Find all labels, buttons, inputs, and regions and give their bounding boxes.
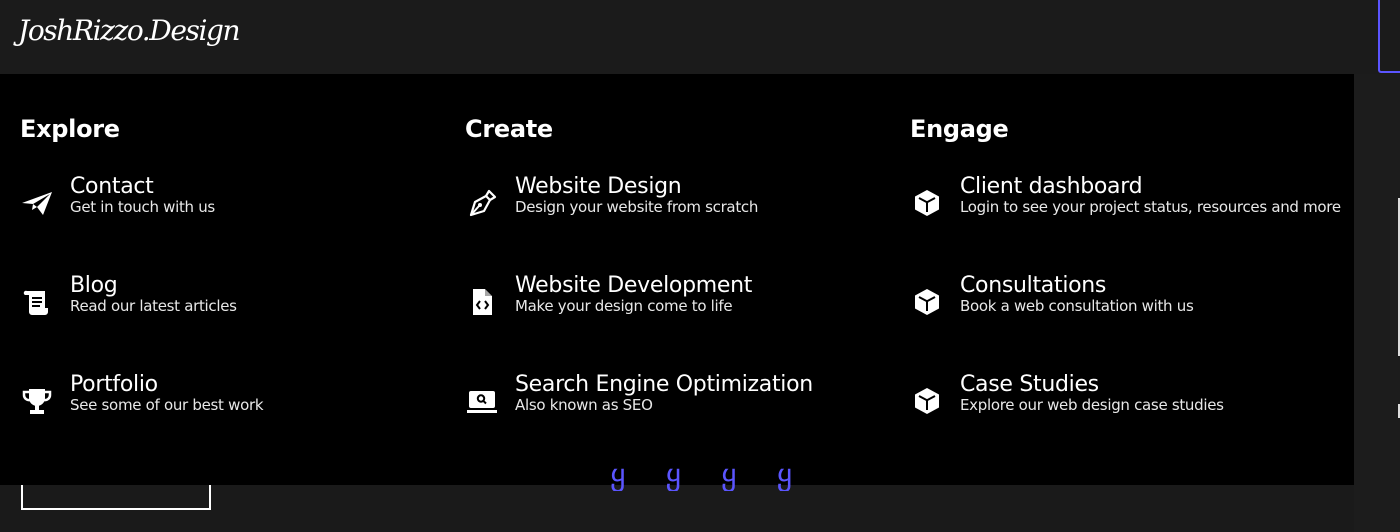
menu-item-client-dashboard[interactable]: Client dashboard Login to see your proje… — [910, 174, 1341, 224]
menu-item-title: Portfolio — [70, 372, 158, 397]
menu-item-title: Case Studies — [960, 372, 1099, 397]
menu-item-title: Client dashboard — [960, 174, 1143, 199]
menu-item-portfolio[interactable]: Portfolio See some of our best work — [20, 372, 440, 422]
corner-frame — [1378, 0, 1400, 73]
menu-item-consultations[interactable]: Consultations Book a web consultation wi… — [910, 273, 1330, 323]
site-header: JoshRizzo.Design — [0, 0, 1400, 74]
paper-plane-icon — [20, 186, 54, 220]
menu-column-engage: Engage Client dashboard Login to see you… — [890, 74, 1341, 485]
menu-item-title: Website Design — [515, 174, 682, 199]
cube-icon — [910, 285, 944, 319]
menu-item-description: Read our latest articles — [70, 297, 237, 315]
trophy-icon — [20, 384, 54, 418]
menu-item-title: Blog — [70, 273, 118, 298]
menu-item-title: Contact — [70, 174, 154, 199]
menu-column-create: Create Website Design Design your websit… — [445, 74, 890, 485]
menu-item-website-development[interactable]: Website Development Make your design com… — [465, 273, 885, 323]
site-logo[interactable]: JoshRizzo.Design — [18, 14, 241, 47]
menu-item-description: Get in touch with us — [70, 198, 215, 216]
menu-item-description: Explore our web design case studies — [960, 396, 1224, 414]
column-title: Create — [465, 115, 553, 143]
menu-item-description: See some of our best work — [70, 396, 264, 414]
menu-item-blog[interactable]: Blog Read our latest articles — [20, 273, 440, 323]
column-title: Engage — [910, 115, 1009, 143]
page-edge-strip — [1354, 74, 1400, 532]
menu-item-title: Search Engine Optimization — [515, 372, 813, 397]
menu-item-description: Make your design come to life — [515, 297, 733, 315]
menu-column-explore: Explore Contact Get in touch with us Blo… — [0, 74, 445, 485]
menu-item-description: Design your website from scratch — [515, 198, 759, 216]
partially-hidden-accent-text: ყყყყ — [610, 461, 833, 491]
mega-menu: Explore Contact Get in touch with us Blo… — [0, 74, 1354, 485]
menu-item-case-studies[interactable]: Case Studies Explore our web design case… — [910, 372, 1330, 422]
partially-hidden-button[interactable] — [21, 485, 211, 510]
code-file-icon — [465, 285, 499, 319]
pen-nib-icon — [465, 186, 499, 220]
menu-item-description: Login to see your project status, resour… — [960, 198, 1341, 216]
cube-icon — [910, 186, 944, 220]
menu-item-seo[interactable]: Search Engine Optimization Also known as… — [465, 372, 885, 422]
menu-item-title: Website Development — [515, 273, 753, 298]
menu-item-title: Consultations — [960, 273, 1107, 298]
menu-item-website-design[interactable]: Website Design Design your website from … — [465, 174, 885, 224]
column-title: Explore — [20, 115, 120, 143]
scroll-icon — [20, 285, 54, 319]
page-content-behind-menu: ყყყყ — [0, 461, 1354, 532]
menu-item-contact[interactable]: Contact Get in touch with us — [20, 174, 440, 224]
menu-item-description: Also known as SEO — [515, 396, 653, 414]
menu-item-description: Book a web consultation with us — [960, 297, 1194, 315]
cube-icon — [910, 384, 944, 418]
laptop-search-icon — [465, 384, 499, 418]
